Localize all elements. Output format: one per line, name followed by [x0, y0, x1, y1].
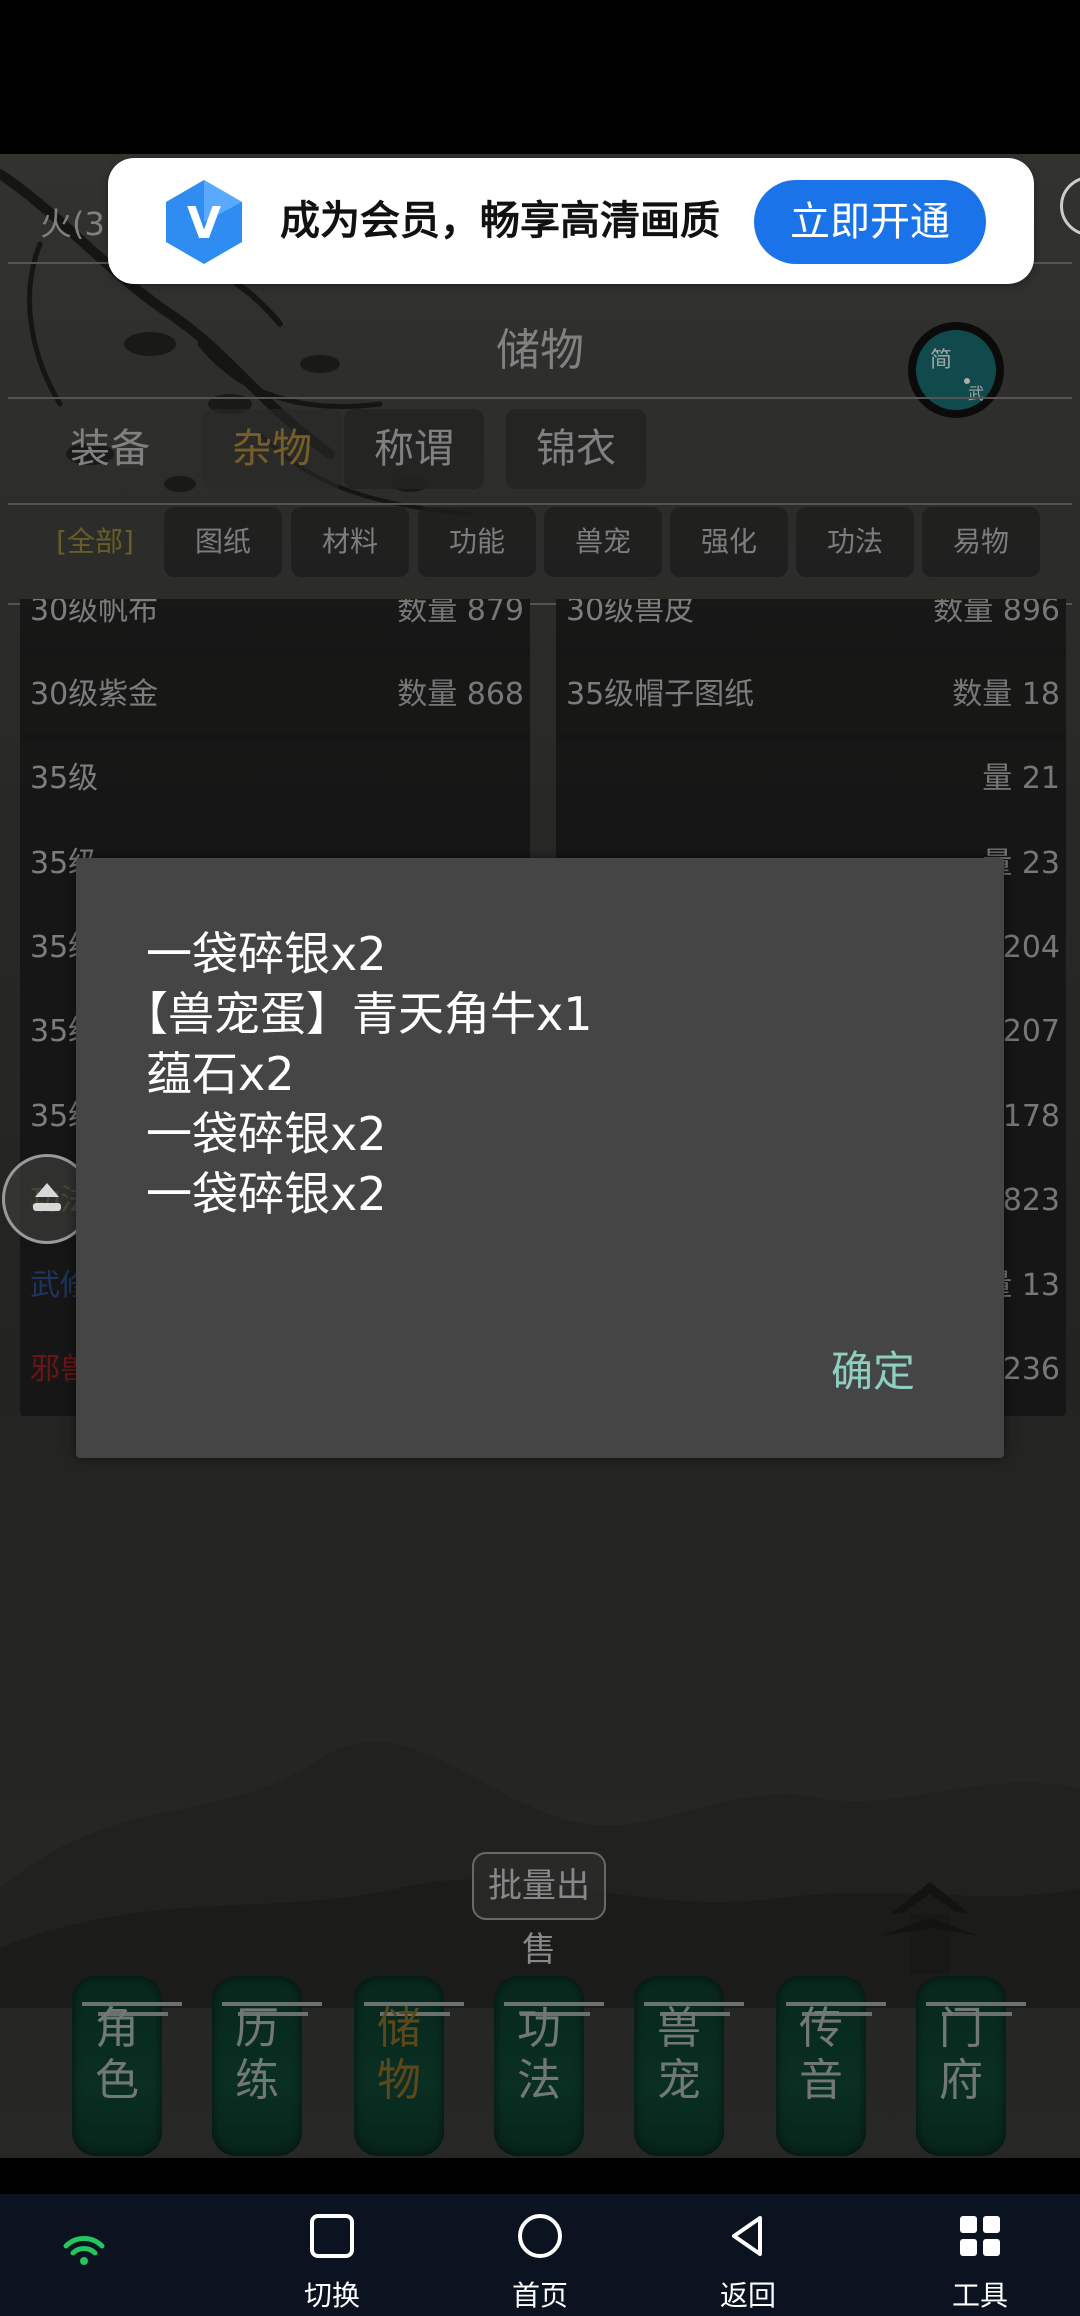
dialog-line: 【兽宠蛋】青天角牛x1: [122, 987, 593, 1041]
dialog-line: 一袋碎银x2: [146, 1107, 387, 1161]
vip-banner[interactable]: V 成为会员，畅享高清画质 立即开通: [108, 158, 1034, 284]
switch-label: 切换: [303, 2279, 360, 2312]
system-nav-bar: 切换 首页 返回 工具: [0, 2194, 1080, 2316]
back-button[interactable]: 返回: [688, 2194, 808, 2316]
home-label: 首页: [511, 2279, 568, 2312]
open-vip-button[interactable]: 立即开通: [754, 180, 986, 264]
reward-dialog: 一袋碎银x2 【兽宠蛋】青天角牛x1 蕴石x2 一袋碎银x2 一袋碎银x2 确定: [76, 858, 1004, 1458]
v-logo-icon: V: [166, 180, 242, 264]
tools-button[interactable]: 工具: [920, 2194, 1040, 2316]
dialog-line: 一袋碎银x2: [146, 927, 387, 981]
back-label: 返回: [719, 2279, 776, 2312]
square-icon: [310, 2214, 354, 2258]
tools-label: 工具: [951, 2279, 1008, 2312]
confirm-button[interactable]: 确定: [831, 1338, 915, 1399]
circle-icon: [518, 2214, 562, 2258]
wifi-icon: [63, 2236, 105, 2265]
vip-banner-text: 成为会员，畅享高清画质: [280, 198, 720, 244]
back-triangle-icon: [732, 2216, 762, 2256]
dialog-line: 一袋碎银x2: [146, 1167, 387, 1221]
svg-text:V: V: [187, 198, 221, 249]
dialog-line: 蕴石x2: [146, 1047, 295, 1101]
grid-icon: [960, 2216, 1000, 2256]
switch-button[interactable]: 切换: [272, 2194, 392, 2316]
home-button[interactable]: 首页: [480, 2194, 600, 2316]
